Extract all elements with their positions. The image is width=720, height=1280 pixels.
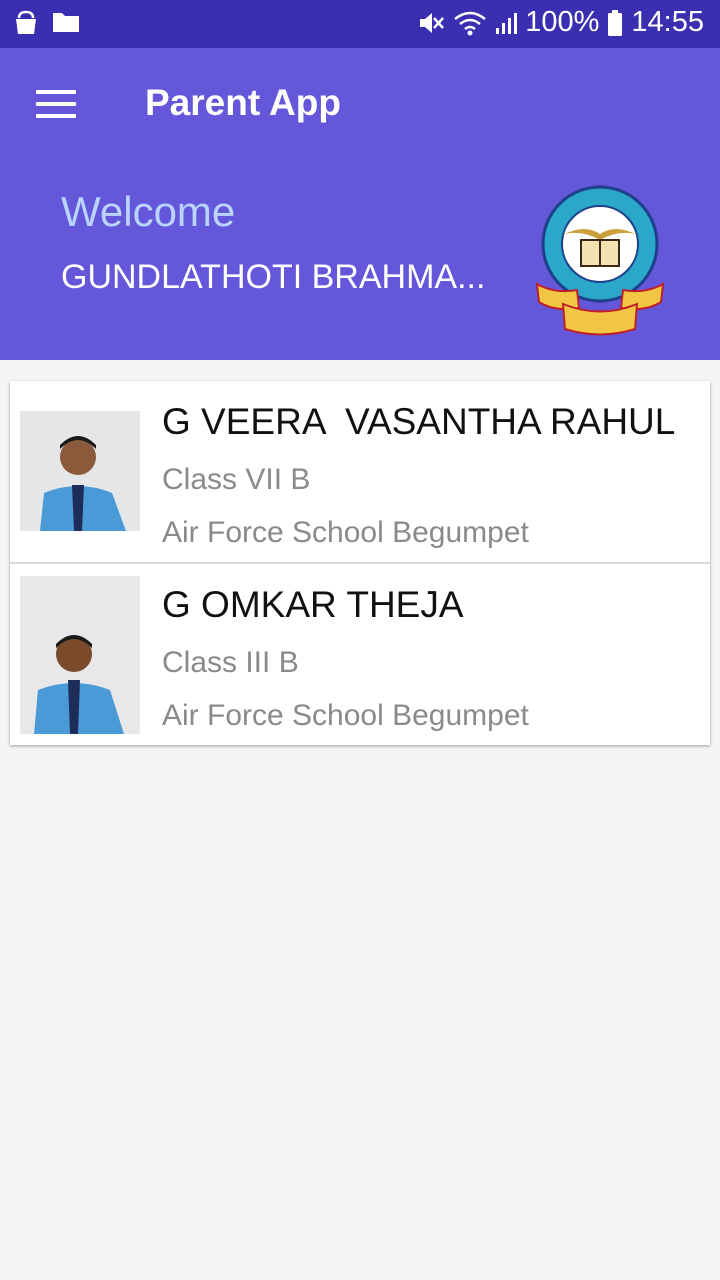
student-name: G VEERA VASANTHA RAHUL: [162, 401, 676, 442]
parent-name: GUNDLATHOTI BRAHMA...: [61, 258, 486, 296]
clock: 14:55: [631, 6, 704, 38]
student-school: Air Force School Begumpet: [162, 516, 529, 549]
student-photo: [20, 411, 140, 531]
bag-icon: [16, 10, 36, 34]
app-header: Parent App Welcome GUNDLATHOTI BRAHMA...: [0, 48, 720, 360]
student-card[interactable]: G OMKAR THEJA Class III B Air Force Scho…: [10, 564, 710, 745]
student-list: G VEERA VASANTHA RAHUL Class VII B Air F…: [10, 381, 710, 745]
student-class: Class VII B: [162, 463, 311, 496]
app-title: Parent App: [145, 82, 341, 123]
student-name: G OMKAR THEJA: [162, 584, 464, 625]
student-card[interactable]: G VEERA VASANTHA RAHUL Class VII B Air F…: [10, 381, 710, 564]
hamburger-menu-icon[interactable]: [36, 90, 76, 122]
student-school: Air Force School Begumpet: [162, 699, 529, 732]
mute-icon: [420, 12, 445, 33]
student-photo: [20, 576, 140, 734]
battery-icon: [608, 9, 623, 36]
status-left-icons: [14, 10, 80, 36]
school-society-logo: [535, 185, 665, 336]
student-class: Class III B: [162, 646, 299, 679]
welcome-label: Welcome: [61, 188, 236, 235]
status-bar: 100% 14:55: [0, 0, 720, 48]
wifi-icon: [454, 11, 487, 35]
signal-icon: [496, 12, 518, 34]
status-right: 100% 14:55: [417, 6, 704, 39]
folder-icon: [53, 13, 79, 32]
battery-percent: 100%: [525, 6, 600, 38]
